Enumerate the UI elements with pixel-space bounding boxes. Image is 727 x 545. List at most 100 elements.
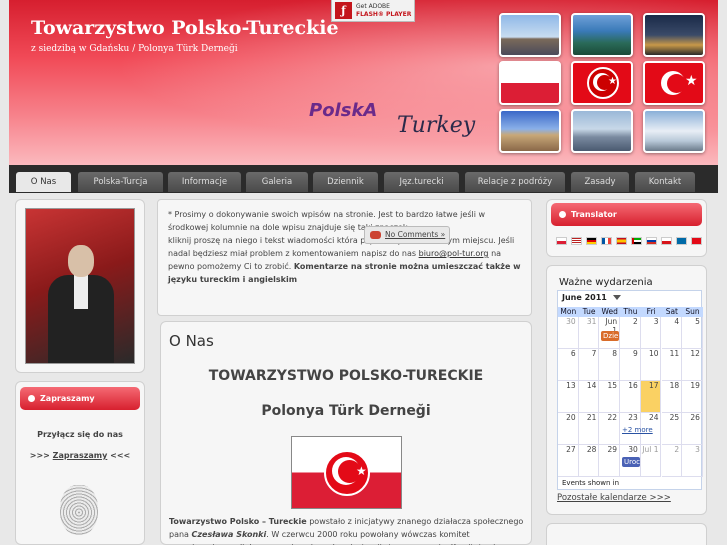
flag-tr-icon[interactable] [691,237,702,245]
calendar-day[interactable]: 7 [578,349,600,381]
flash-player-badge[interactable]: ƒ Get ADOBE FLASH® PLAYER [331,0,415,22]
translator-header: Translator [551,203,702,226]
calendar-day[interactable]: 27 [558,445,579,477]
nav-item-zasady[interactable]: Zasady [571,172,629,192]
no-comments-button[interactable]: No Comments » [364,226,450,244]
photo-thumb-cappadocia[interactable] [499,109,561,153]
join-link-suffix: <<< [110,451,131,460]
calendar-event[interactable]: Uroc [622,457,640,467]
other-calendars-link[interactable]: Pozostałe kalendarze >>> [557,493,671,503]
calendar-day[interactable]: 4 [661,317,683,349]
calendar-events-shown: Events shown in [562,479,620,487]
portrait-image [25,208,135,364]
flash-icon: ƒ [335,2,352,19]
calendar-day[interactable]: 18 [661,381,683,413]
weekday: Mon [560,307,577,316]
calendar-day[interactable]: 25 [661,413,683,445]
join-link-line: >>> Zapraszamy <<< [15,451,145,460]
calendar-event[interactable]: Dzień [601,331,619,341]
calendar-day[interactable]: 22 [599,413,621,445]
intro-name: Czesława Skonki [191,530,267,539]
calendar-day[interactable]: 20 [558,413,579,445]
calendar-day[interactable]: 13 [558,381,579,413]
site-title[interactable]: Towarzystwo Polsko-Tureckie [31,17,339,39]
calendar-day[interactable]: 21 [578,413,600,445]
nav-item-o-nas[interactable]: O Nas [16,172,71,192]
notice-email-link[interactable]: biuro@pol-tur.org [419,249,489,258]
weekday: Thu [623,307,638,316]
calendar-day[interactable]: 9 [620,349,641,381]
flag-ae-icon[interactable] [631,237,642,245]
calendar-month[interactable]: June 2011 [562,293,607,302]
crescent-cut [667,74,686,93]
nav-item-informacje[interactable]: Informacje [168,172,241,192]
site-header: Towarzystwo Polsko-Tureckie z siedzibą w… [9,0,718,165]
calendar-day[interactable]: 16 [620,381,641,413]
calendar-day[interactable]: 26 [682,413,703,445]
nav-item-galeria[interactable]: Galeria [246,172,308,192]
calendar-day[interactable]: 11 [661,349,683,381]
join-text: Przyłącz się do nas [37,430,123,439]
calendar-day[interactable]: 29 [599,445,621,477]
portrait-shirt [74,275,88,309]
weekday: Sun [685,307,700,316]
comment-bubble-icon [370,231,381,239]
calendar-day[interactable]: 6 [558,349,579,381]
nav-item-kontakt[interactable]: Kontakt [635,172,695,192]
calendar-day[interactable]: 3 [682,445,703,477]
flag-se-icon[interactable] [676,237,687,245]
photo-thumb-coast[interactable] [571,13,633,57]
calendar-day[interactable]: 19 [682,381,703,413]
calendar-day[interactable]: 14 [578,381,600,413]
calendar-day[interactable]: 28 [578,445,600,477]
bottom-right-box [546,523,707,545]
translator-label: Translator [571,210,617,219]
weekday: Sat [665,307,678,316]
calendar-day[interactable]: 31 [578,317,600,349]
main-content: O Nas TOWARZYSTWO POLSKO-TURECKIE Polony… [160,321,532,545]
flag-fr-icon[interactable] [601,237,612,245]
zapraszamy-label: Zapraszamy [40,394,95,403]
flag-de-icon[interactable] [586,237,597,245]
calendar-day[interactable]: 2 [620,317,641,349]
photo-thumb-night[interactable] [643,13,705,57]
nav-item-relacje[interactable]: Relacje z podróży [465,172,565,192]
no-comments-label: No Comments » [385,230,446,239]
turkey-flag-icon[interactable]: ★ [643,61,705,105]
nav-item-polska-turcja[interactable]: Polska-Turcja [78,172,163,192]
site-subtitle: z siedzibą w Gdańsku / Polonya Türk Dern… [31,44,238,54]
calendar-day[interactable]: 30 [558,317,579,349]
flag-pl-icon[interactable] [556,237,567,245]
photo-thumb-pamukkale[interactable] [643,109,705,153]
flag-es-icon[interactable] [616,237,627,245]
turkey-flag-round-icon[interactable]: ★ [571,61,633,105]
nav-item-dziennik[interactable]: Dziennik [313,172,378,192]
nav-item-jez-turecki[interactable]: Jęz.turecki [384,172,459,192]
calendar-day[interactable]: Jul 1 [640,445,662,477]
calendar-widget: June 2011 Mon Tue Wed Thu Fri Sat Sun 30… [557,290,703,490]
org-name-turkish: Polonya Türk Derneği [261,403,431,419]
poland-flag-icon[interactable] [499,61,561,105]
calendar-more-link[interactable]: +2 more [620,425,660,435]
main-navigation: O Nas Polska-Turcja Informacje Galeria D… [9,165,718,193]
intro-bold: Towarzystwo Polsko – Tureckie [169,517,307,526]
photo-thumb-gdansk[interactable] [499,13,561,57]
calendar-day[interactable]: 10 [640,349,662,381]
flag-us-icon[interactable] [571,237,582,245]
society-emblem: ★ [291,436,402,509]
calendar-day[interactable]: 17 [640,381,662,413]
photo-thumb-mosque[interactable] [571,109,633,153]
join-link[interactable]: Zapraszamy [53,451,108,460]
calendar-day[interactable]: 5 [682,317,703,349]
calendar-day[interactable]: 12 [682,349,703,381]
calendar-day[interactable]: 3 [640,317,662,349]
flag-cz-icon[interactable] [661,237,672,245]
zapraszamy-header: Zapraszamy [20,387,140,410]
calendar-day[interactable]: 2 [661,445,683,477]
intro-paragraph: Towarzystwo Polsko – Tureckie powstało z… [169,515,525,545]
chevron-down-icon[interactable] [613,295,621,300]
flag-ru-icon[interactable] [646,237,657,245]
calendar-day[interactable]: 8 [599,349,621,381]
calendar-day[interactable]: 15 [599,381,621,413]
calendar-weekdays: Mon Tue Wed Thu Fri Sat Sun [558,307,703,317]
